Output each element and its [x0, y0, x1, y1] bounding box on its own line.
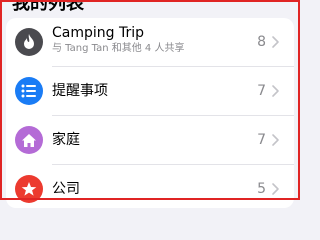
item-count: 7	[257, 132, 266, 148]
list-name: 提醒事项	[52, 83, 108, 99]
list-item-reminders[interactable]: 提醒事项 7	[6, 67, 294, 115]
shared-with-text: 与 Tang Tan 和其他 4 人共享	[52, 43, 185, 54]
chevron-right-icon	[272, 85, 279, 97]
page-title: 我的列表	[12, 0, 84, 14]
flame-icon	[15, 28, 43, 56]
list-name: 公司	[52, 181, 80, 197]
star-icon	[15, 175, 43, 203]
list-name: 家庭	[52, 132, 80, 148]
list-item-camping-trip[interactable]: Camping Trip 与 Tang Tan 和其他 4 人共享 8	[6, 18, 294, 66]
list-item-family[interactable]: 家庭 7	[6, 116, 294, 164]
chevron-right-icon	[272, 183, 279, 195]
item-count: 7	[257, 83, 266, 99]
item-count: 5	[257, 181, 266, 197]
chevron-right-icon	[272, 134, 279, 146]
chevron-right-icon	[272, 36, 279, 48]
house-icon	[15, 126, 43, 154]
my-lists-card: Camping Trip 与 Tang Tan 和其他 4 人共享 8 提醒事项…	[6, 18, 294, 208]
item-count: 8	[257, 34, 266, 50]
list-name: Camping Trip	[52, 25, 145, 41]
list-item-company[interactable]: 公司 5	[6, 165, 294, 208]
list-bullet-icon	[15, 77, 43, 105]
